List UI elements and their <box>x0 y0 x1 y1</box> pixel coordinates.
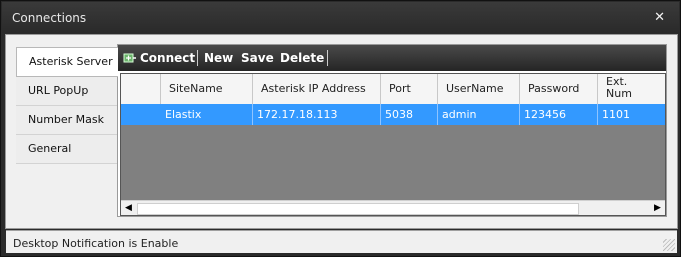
tab-url-popup[interactable]: URL PopUp <box>16 77 118 106</box>
table-row[interactable]: Elastix 172.17.18.113 5038 admin 123456 … <box>121 104 665 125</box>
horizontal-scrollbar[interactable]: ◀ ▶ <box>121 200 665 215</box>
window-title: Connections <box>12 11 87 25</box>
cell-sitename[interactable]: Elastix <box>161 104 253 125</box>
column-header-port[interactable]: Port <box>381 74 438 104</box>
column-header-sitename[interactable]: SiteName <box>161 74 253 104</box>
close-icon[interactable]: ✕ <box>654 10 665 25</box>
client-area: Asterisk Server URL PopUp Number Mask Ge… <box>5 34 678 253</box>
connect-icon <box>123 53 136 63</box>
toolbar-separator <box>197 50 198 66</box>
row-header-corner <box>121 74 161 104</box>
tab-general[interactable]: General <box>16 135 118 164</box>
toolbar-separator <box>327 50 328 66</box>
connections-grid[interactable]: SiteName Asterisk IP Address Port UserNa… <box>120 73 666 216</box>
cell-asterisk-ip[interactable]: 172.17.18.113 <box>253 104 381 125</box>
cell-port[interactable]: 5038 <box>381 104 438 125</box>
grid-header: SiteName Asterisk IP Address Port UserNa… <box>121 74 665 105</box>
tab-number-mask[interactable]: Number Mask <box>16 106 118 135</box>
status-bar: Desktop Notification is Enable <box>6 230 677 253</box>
scrollbar-thumb[interactable] <box>137 203 579 215</box>
delete-button[interactable]: Delete <box>280 51 324 65</box>
resize-grip-icon[interactable] <box>663 239 675 251</box>
column-header-ext-num[interactable]: Ext. Num <box>598 74 665 104</box>
new-button[interactable]: New <box>204 51 233 65</box>
tab-list: Asterisk Server URL PopUp Number Mask Ge… <box>16 47 118 164</box>
connect-button[interactable]: Connect <box>140 51 195 65</box>
column-header-password[interactable]: Password <box>520 74 598 104</box>
save-button[interactable]: Save <box>241 51 274 65</box>
scroll-left-icon[interactable]: ◀ <box>121 201 136 215</box>
cell-ext-num[interactable]: 1101 <box>598 104 665 125</box>
toolbar: Connect New Save Delete <box>118 45 666 71</box>
cell-password[interactable]: 123456 <box>520 104 598 125</box>
tab-asterisk-server[interactable]: Asterisk Server <box>16 47 118 77</box>
connections-window: Connections ✕ Asterisk Server URL PopUp … <box>0 0 681 257</box>
scroll-right-icon[interactable]: ▶ <box>650 201 665 215</box>
column-header-asterisk-ip[interactable]: Asterisk IP Address <box>253 74 381 104</box>
column-header-username[interactable]: UserName <box>438 74 520 104</box>
title-bar[interactable]: Connections ✕ <box>2 2 679 33</box>
cell-username[interactable]: admin <box>438 104 520 125</box>
status-text: Desktop Notification is Enable <box>13 237 179 250</box>
asterisk-server-panel: Connect New Save Delete SiteName Asteris… <box>117 44 667 217</box>
